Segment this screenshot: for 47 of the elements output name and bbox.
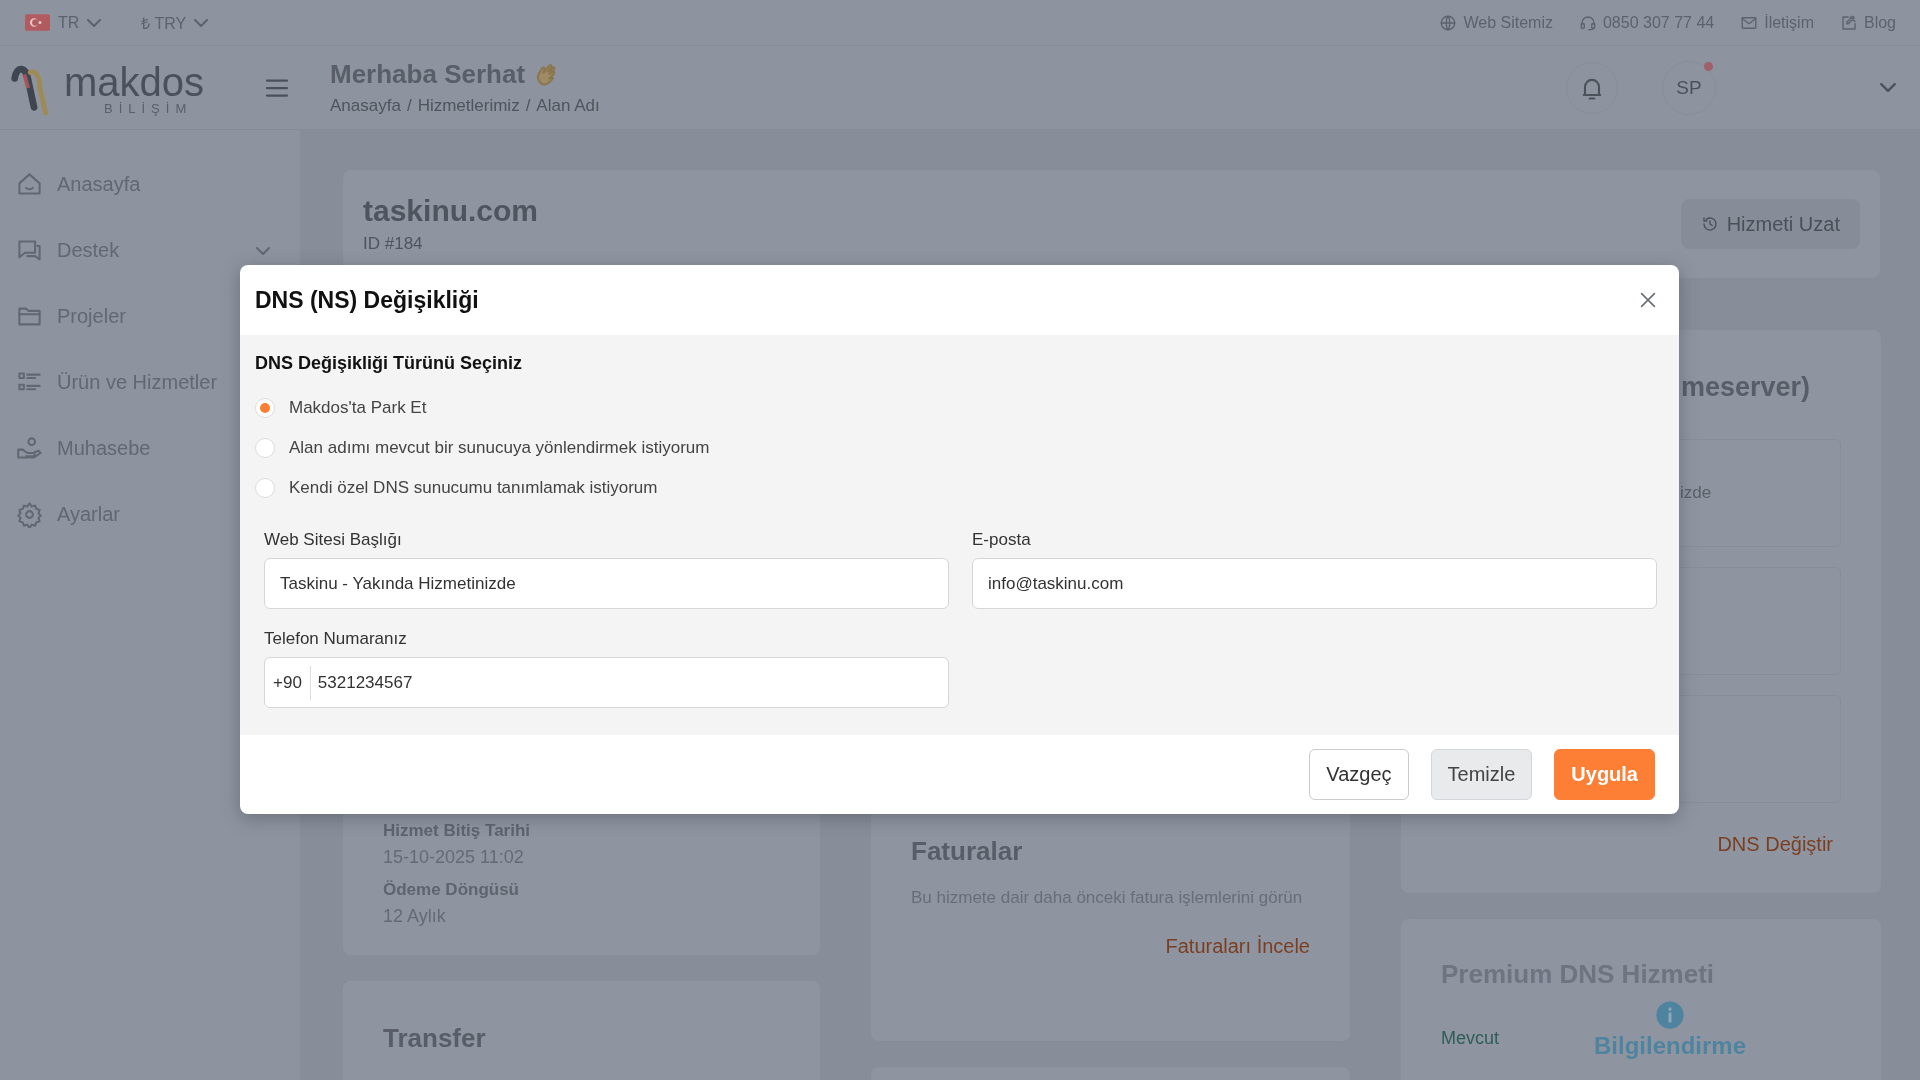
clear-button[interactable]: Temizle: [1430, 749, 1533, 800]
card-title: Transfer: [383, 1023, 487, 1054]
logo-wordmark: makdos: [64, 62, 205, 101]
apply-button[interactable]: Uygula: [1554, 749, 1655, 800]
hand-coin-icon: [16, 435, 43, 462]
flag-icon: [25, 14, 50, 31]
notice-title: Bilgilendirme: [1594, 1032, 1747, 1060]
domain-title: taskinu.com: [363, 194, 539, 228]
headset-icon: [1578, 13, 1597, 32]
phone-field[interactable]: +90 5321234567: [264, 657, 949, 708]
field-label: E-posta: [972, 530, 1032, 550]
chevron-down-icon[interactable]: [1880, 83, 1896, 92]
extend-button[interactable]: Hizmeti Uzat: [1680, 199, 1860, 249]
breadcrumb-link[interactable]: Alan Adı: [536, 96, 600, 116]
breadcrumb-link[interactable]: Anasayfa: [330, 96, 401, 116]
info-icon: [1655, 1000, 1686, 1030]
edit-icon: [1839, 13, 1858, 32]
breadcrumb-link[interactable]: Hizmetlerimiz: [417, 96, 520, 116]
chevron-down-icon: [87, 18, 102, 27]
status-text: Mevcut: [1441, 1028, 1500, 1049]
breadcrumb-separator: /: [406, 96, 412, 116]
invoices-link[interactable]: Faturaları İncele: [1165, 935, 1310, 958]
globe-icon: [1439, 13, 1458, 32]
field-label: Web Sitesi Başlığı: [264, 530, 403, 550]
country-code: +90: [265, 665, 311, 700]
input-field[interactable]: Taskinu - Yakında Hizmetinizde: [264, 558, 949, 609]
chevron-down-icon: [256, 246, 270, 255]
history-icon: [1700, 215, 1719, 233]
radio-option[interactable]: Makdos'ta Park Et: [255, 388, 1655, 428]
field-label: Telefon Numaranız: [264, 629, 408, 649]
radio-option[interactable]: Kendi özel DNS sunucumu tanımlamak istiyorum: [255, 468, 1655, 508]
radio-button[interactable]: [255, 438, 275, 458]
home-icon: [16, 171, 43, 198]
radio-option[interactable]: Alan adımı mevcut bir sunucuya yönlendirmek istiyorum: [255, 428, 1655, 468]
dialog-title: DNS (NS) Değişikliği: [255, 286, 479, 314]
card-title: Faturalar: [911, 836, 1024, 867]
cancel-button[interactable]: Vazgeç: [1309, 749, 1409, 800]
radio-button[interactable]: [255, 398, 275, 418]
section-title: DNS Değişikliği Türünü Seçiniz: [255, 353, 524, 374]
settings-icon: [16, 501, 43, 528]
chevron-down-icon: [194, 18, 209, 27]
radio-button[interactable]: [255, 478, 275, 498]
service-id: ID #184: [363, 234, 424, 254]
input-field[interactable]: info@taskinu.com: [972, 558, 1657, 609]
dns-change-link[interactable]: DNS Değiştir: [1717, 833, 1833, 856]
breadcrumb-separator: /: [525, 96, 531, 116]
card-title: meserver): [1680, 372, 1812, 403]
